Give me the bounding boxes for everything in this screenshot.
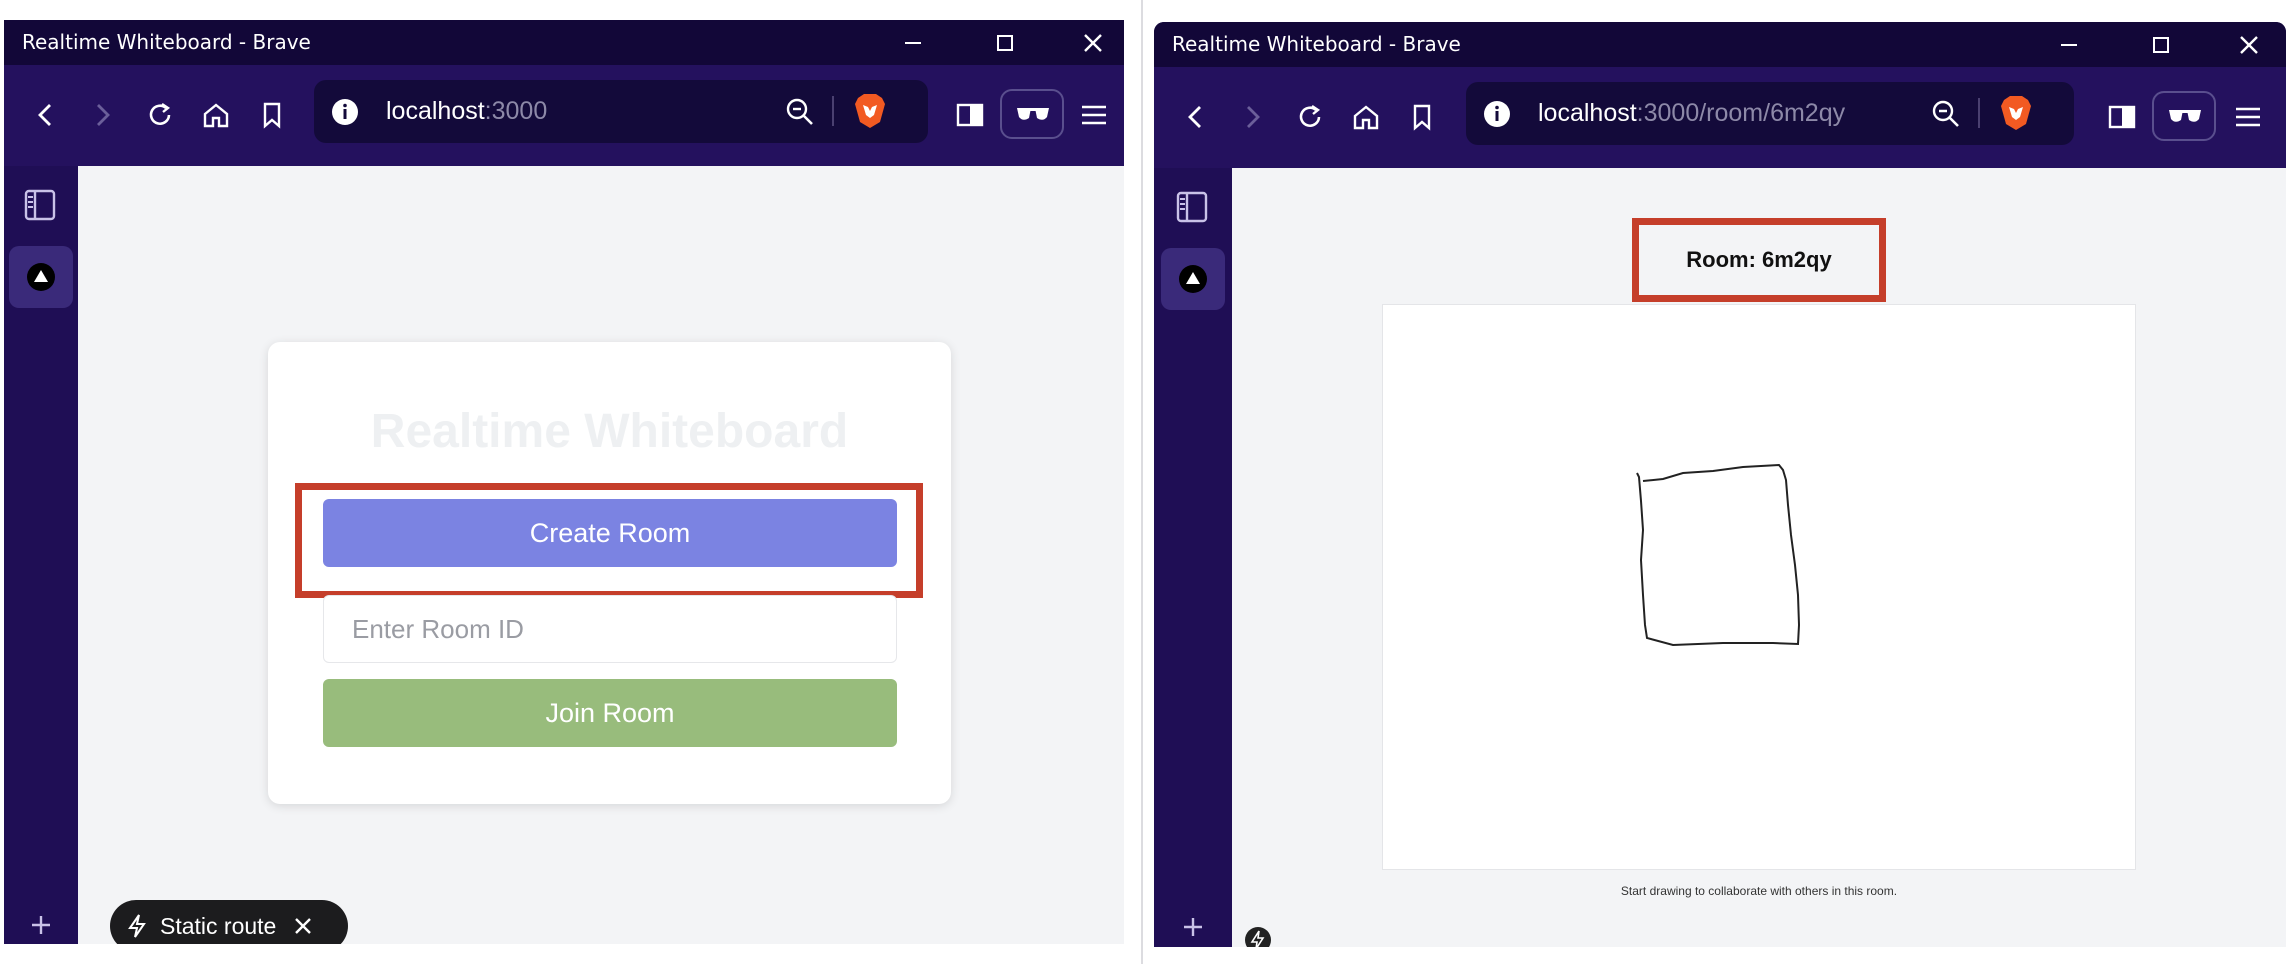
maximize-icon[interactable] xyxy=(988,26,1022,60)
url-host: localhost xyxy=(386,97,485,125)
forward-icon[interactable] xyxy=(1234,99,1270,135)
zoom-out-icon[interactable] xyxy=(784,96,816,128)
back-icon[interactable] xyxy=(28,97,64,133)
title-bar: Realtime Whiteboard - Brave xyxy=(1154,22,2286,67)
sidebar-app-item[interactable] xyxy=(1161,248,1225,310)
url-host: localhost xyxy=(1538,99,1637,127)
page-content: Realtime Whiteboard Create Room Enter Ro… xyxy=(78,166,1124,944)
room-label: Room: 6m2qy xyxy=(1686,247,1832,272)
home-card: Realtime Whiteboard Create Room Enter Ro… xyxy=(268,342,951,804)
reload-icon[interactable] xyxy=(1292,99,1328,135)
back-icon[interactable] xyxy=(1178,99,1214,135)
route-badge[interactable]: Static route xyxy=(110,900,348,944)
join-room-button[interactable]: Join Room xyxy=(323,679,897,747)
window-title: Realtime Whiteboard - Brave xyxy=(22,30,311,54)
glasses-icon xyxy=(2169,110,2201,122)
menu-icon[interactable] xyxy=(1076,97,1112,133)
brave-shields-icon[interactable] xyxy=(852,92,888,130)
whiteboard-canvas[interactable] xyxy=(1382,304,2136,870)
sidebar-panel-icon[interactable] xyxy=(21,186,59,224)
private-window-badge[interactable] xyxy=(1000,89,1064,139)
browser-toolbar: localhost:3000/room/6m2qy xyxy=(1154,67,2286,168)
browser-sidebar xyxy=(1154,168,1232,947)
add-icon[interactable] xyxy=(26,910,56,940)
sidebar-panel-icon[interactable] xyxy=(1173,188,1211,226)
site-info-icon[interactable] xyxy=(330,97,360,127)
maximize-icon[interactable] xyxy=(2144,28,2178,62)
screenshot-divider xyxy=(1141,0,1143,964)
page-content: Room: 6m2qy Start drawing to collaborate… xyxy=(1232,168,2286,947)
bolt-icon xyxy=(128,914,146,938)
route-badge-label: Static route xyxy=(160,913,277,939)
address-bar[interactable]: localhost:3000 xyxy=(314,80,928,143)
bookmark-icon[interactable] xyxy=(254,97,290,133)
nextjs-dev-indicator-icon[interactable] xyxy=(1244,926,1272,947)
window-title: Realtime Whiteboard - Brave xyxy=(1172,32,1461,56)
canvas-hint: Start drawing to collaborate with others… xyxy=(1620,884,1898,898)
divider xyxy=(1978,98,1980,128)
brave-shields-icon[interactable] xyxy=(1998,94,2034,132)
create-room-button[interactable]: Create Room xyxy=(323,499,897,567)
title-bar: Realtime Whiteboard - Brave xyxy=(4,20,1124,65)
leo-ai-icon xyxy=(27,263,55,291)
browser-sidebar xyxy=(4,166,78,944)
sidebar-toggle-icon[interactable] xyxy=(2104,99,2140,135)
close-badge-icon[interactable] xyxy=(292,915,314,937)
forward-icon[interactable] xyxy=(84,97,120,133)
url-text: localhost:3000 xyxy=(386,80,547,143)
add-icon[interactable] xyxy=(1178,912,1208,942)
minimize-icon[interactable] xyxy=(2052,28,2086,62)
sidebar-app-item[interactable] xyxy=(9,246,73,308)
site-info-icon[interactable] xyxy=(1482,99,1512,129)
room-id-input[interactable]: Enter Room ID xyxy=(323,595,897,663)
browser-window-right: Realtime Whiteboard - Brave localhost:30… xyxy=(1154,22,2286,947)
leo-ai-icon xyxy=(1179,265,1207,293)
close-icon[interactable] xyxy=(1076,26,1110,60)
browser-window-left: Realtime Whiteboard - Brave localhost:30… xyxy=(4,20,1124,944)
drawing-stroke xyxy=(1636,463,1801,647)
url-path: :3000/room/6m2qy xyxy=(1636,99,1846,127)
minimize-icon[interactable] xyxy=(896,26,930,60)
browser-toolbar: localhost:3000 xyxy=(4,65,1124,166)
app-title: Realtime Whiteboard xyxy=(370,405,849,458)
menu-icon[interactable] xyxy=(2230,99,2266,135)
reload-icon[interactable] xyxy=(142,97,178,133)
sidebar-toggle-icon[interactable] xyxy=(952,97,988,133)
private-window-badge[interactable] xyxy=(2152,91,2216,141)
url-text: localhost:3000/room/6m2qy xyxy=(1538,82,1845,145)
zoom-out-icon[interactable] xyxy=(1930,98,1962,130)
url-path: :3000 xyxy=(484,97,548,125)
glasses-icon xyxy=(1017,108,1049,120)
divider xyxy=(832,96,834,126)
home-icon[interactable] xyxy=(198,97,234,133)
address-bar[interactable]: localhost:3000/room/6m2qy xyxy=(1466,82,2074,145)
bookmark-icon[interactable] xyxy=(1404,99,1440,135)
home-icon[interactable] xyxy=(1348,99,1384,135)
close-icon[interactable] xyxy=(2232,28,2266,62)
